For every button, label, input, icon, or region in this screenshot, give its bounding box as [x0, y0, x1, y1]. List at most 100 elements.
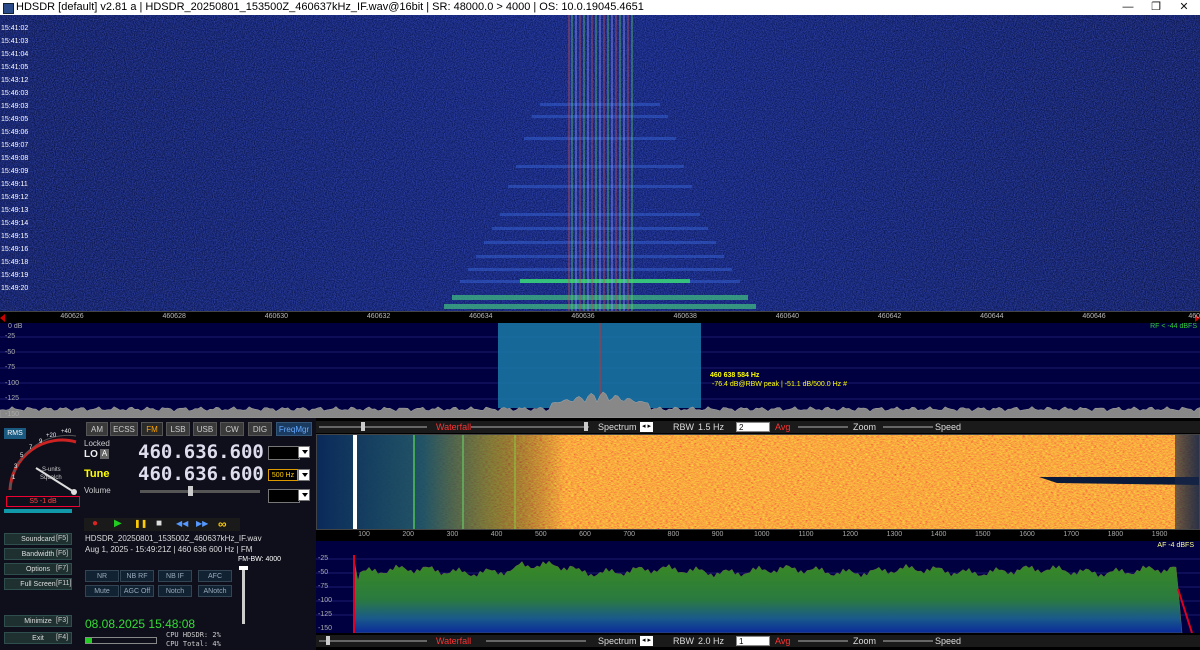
- rewind-button[interactable]: ◀◀: [176, 519, 188, 528]
- pause-button[interactable]: ❚❚: [134, 519, 147, 528]
- lo-a-badge[interactable]: A: [100, 449, 109, 459]
- af-waterfall-contrast-knob[interactable]: [326, 636, 330, 645]
- tune-step-arrow[interactable]: [298, 469, 310, 481]
- volume-knob[interactable]: [188, 486, 193, 496]
- waterfall-contrast-slider[interactable]: [319, 426, 427, 428]
- waterfall-contrast-knob[interactable]: [361, 422, 365, 431]
- smeter-tick-3: 3: [14, 464, 18, 470]
- fm-bandwidth-slider[interactable]: [242, 566, 245, 624]
- freq-tick: 460644: [980, 313, 1004, 320]
- volume-slider[interactable]: [140, 490, 260, 493]
- freqmgr-button[interactable]: FreqMgr: [276, 422, 312, 436]
- mode-lsb-button[interactable]: LSB: [166, 422, 190, 436]
- timestamp: 15:41:03: [1, 38, 29, 45]
- timestamp: 15:49:13: [1, 207, 29, 214]
- lo-dropdown-arrow[interactable]: [298, 446, 310, 458]
- af-display-controls: Waterfall Spectrum ◂ ▸ RBW 2.0 Hz 1 Avg …: [316, 635, 1200, 647]
- scroll-left-icon[interactable]: [0, 314, 5, 322]
- freq-tick: 460628: [162, 313, 186, 320]
- af-level-readout: AF -4 dBFS: [1157, 542, 1194, 549]
- af-spectrum[interactable]: -25 -50 -75 -100 -125 -150 AF -4 dBFS: [316, 541, 1200, 633]
- af-avg-select[interactable]: 1: [736, 636, 770, 646]
- waterfall-brightness-knob[interactable]: [584, 422, 588, 431]
- nb-if-button[interactable]: NB IF: [158, 570, 192, 582]
- level-bar: [4, 509, 72, 513]
- rf-spectrum-label: Spectrum: [598, 422, 637, 432]
- cursor-frequency: 460 638 584 Hz: [710, 372, 760, 379]
- transport-bar: ● ▶ ❚❚ ■ ◀◀ ▶▶ ∞: [84, 517, 240, 531]
- volume-dropdown-arrow[interactable]: [298, 489, 310, 501]
- fast-forward-button[interactable]: ▶▶: [196, 519, 208, 528]
- freq-tick: 460630: [264, 313, 289, 320]
- rf-y-label: -125: [5, 395, 20, 402]
- af-spectrum-stepper[interactable]: ◂ ▸: [640, 636, 653, 646]
- rf-avg-select[interactable]: 2: [736, 422, 770, 432]
- cursor-level-info: -76.4 dB@RBW peak | -51.1 dB/500.0 Hz #: [712, 381, 847, 388]
- tune-step-select[interactable]: 500 Hz: [268, 469, 298, 481]
- minimize-window-button[interactable]: —: [1114, 0, 1142, 15]
- agc-off-button[interactable]: AGC Off: [120, 585, 154, 597]
- af-waterfall-label: Waterfall: [436, 636, 472, 646]
- af-freq-tick: 1900: [1151, 531, 1168, 538]
- rf-avg-slider[interactable]: [798, 426, 848, 428]
- af-waterfall[interactable]: [316, 434, 1200, 530]
- mode-am-button[interactable]: AM: [86, 422, 108, 436]
- rf-spectrum-stepper[interactable]: ◂ ▸: [640, 422, 653, 432]
- notch-button[interactable]: Notch: [158, 585, 192, 597]
- anotch-button[interactable]: ANotch: [198, 585, 232, 597]
- waterfall-brightness-slider[interactable]: [471, 426, 589, 428]
- af-waterfall-contrast-slider[interactable]: [319, 640, 427, 642]
- af-zoom-label: Zoom: [853, 636, 877, 646]
- control-panel: RMS 1 3 5 7 9 +20 +40 S-units Squelch S5…: [0, 418, 316, 650]
- play-button[interactable]: ▶: [114, 518, 122, 529]
- rf-waterfall-label: Waterfall: [436, 422, 472, 432]
- af-freq-tick: 500: [534, 531, 547, 538]
- tune-frequency[interactable]: 460.636.600: [138, 463, 264, 485]
- timestamp: 15:49:06: [1, 129, 29, 136]
- rf-waterfall[interactable]: [0, 15, 1200, 311]
- timestamp: 15:41:04: [1, 51, 29, 58]
- rf-y-label: 0 dB: [8, 323, 23, 330]
- mode-fm-button[interactable]: FM: [141, 422, 163, 436]
- af-y-label: -100: [318, 597, 333, 604]
- rf-zoom-slider[interactable]: [883, 426, 933, 428]
- af-y-label: -125: [318, 611, 333, 618]
- af-waterfall-brightness-slider[interactable]: [486, 640, 586, 642]
- lo-label: LO: [84, 449, 98, 460]
- nb-rf-button[interactable]: NB RF: [120, 570, 154, 582]
- rf-spectrum[interactable]: 0 dB -25 -50 -75 -100 -125 -150 RF < -44 dBFS …: [0, 323, 1200, 418]
- mode-ecss-button[interactable]: ECSS: [110, 422, 138, 436]
- afc-button[interactable]: AFC: [198, 570, 232, 582]
- lo-frequency[interactable]: 460.636.600: [138, 441, 264, 463]
- loop-button[interactable]: ∞: [218, 517, 227, 531]
- close-window-button[interactable]: ✕: [1170, 0, 1198, 15]
- maximize-window-button[interactable]: ❐: [1142, 0, 1170, 15]
- fm-bandwidth-knob[interactable]: [239, 566, 248, 570]
- timestamp: 15:49:11: [1, 181, 28, 188]
- smeter-tick-9: 9: [39, 439, 43, 445]
- rf-y-label: -100: [5, 379, 20, 387]
- mode-dig-button[interactable]: DIG: [248, 422, 272, 436]
- af-zoom-slider[interactable]: [883, 640, 933, 642]
- fm-bandwidth-label: FM-BW: 4000: [238, 556, 282, 563]
- af-y-label: -150: [318, 625, 333, 632]
- s-meter: RMS 1 3 5 7 9 +20 +40 S-units Squelch S5…: [2, 420, 84, 508]
- af-avg-slider[interactable]: [798, 640, 848, 642]
- mode-usb-button[interactable]: USB: [193, 422, 217, 436]
- freq-tick: 460634: [469, 313, 493, 320]
- stop-button[interactable]: ■: [156, 518, 162, 529]
- volume-dropdown[interactable]: [268, 489, 300, 503]
- freq-tick: 460632: [366, 313, 391, 320]
- smeter-tick-20: +20: [46, 433, 57, 439]
- record-button[interactable]: ●: [92, 518, 98, 529]
- af-speed-label: Speed: [935, 636, 962, 646]
- squelch-label[interactable]: Squelch: [40, 475, 62, 481]
- nr-button[interactable]: NR: [85, 570, 119, 582]
- mute-button[interactable]: Mute: [85, 585, 119, 597]
- lo-dropdown[interactable]: [268, 446, 300, 460]
- cpu-total: CPU Total: 4%: [166, 640, 221, 648]
- mode-cw-button[interactable]: CW: [220, 422, 244, 436]
- timestamp: 15:49:07: [1, 142, 29, 149]
- af-frequency-axis[interactable]: 100 200 300 400 500 600 700 800 900 1000 1100 1200 1…: [316, 530, 1200, 541]
- af-avg-label: Avg: [775, 636, 791, 646]
